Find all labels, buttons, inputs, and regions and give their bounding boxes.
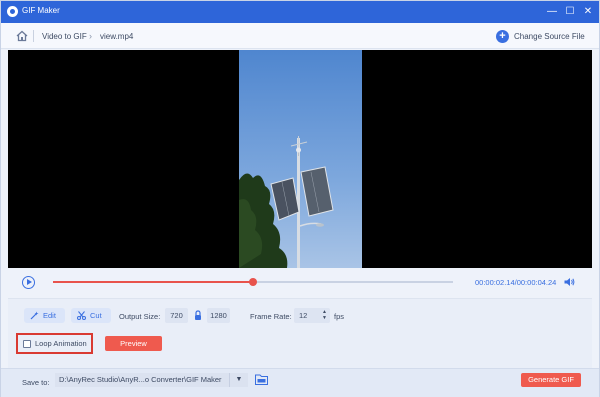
- seek-bar-progress: [53, 281, 253, 283]
- fps-label: fps: [334, 312, 345, 321]
- breadcrumb-video-to-gif[interactable]: Video to GIF: [42, 32, 87, 41]
- volume-icon[interactable]: [564, 277, 575, 287]
- loop-animation-option[interactable]: Loop Animation: [16, 333, 93, 354]
- time-display: 00:00:02.14/00:00:04.24: [475, 278, 556, 287]
- change-source-file-button[interactable]: + Change Source File: [496, 29, 585, 43]
- loop-animation-checkbox[interactable]: [23, 339, 31, 348]
- seek-bar[interactable]: [53, 278, 453, 286]
- folder-icon[interactable]: [255, 374, 268, 385]
- frame-rate-stepper[interactable]: ▲ ▼: [321, 309, 328, 322]
- save-row: Save to: D:\AnyRec Studio\AnyR...o Conve…: [1, 368, 599, 397]
- video-frame-image: [239, 50, 362, 268]
- save-path-field[interactable]: D:\AnyRec Studio\AnyR...o Converter\GIF …: [55, 373, 229, 387]
- maximize-button[interactable]: ☐: [563, 5, 577, 19]
- edit-label: Edit: [43, 311, 56, 320]
- loop-animation-label: Loop Animation: [35, 339, 87, 348]
- output-width-field[interactable]: 720: [165, 308, 188, 323]
- breadcrumb-chevron-icon: ›: [89, 31, 92, 41]
- save-path-dropdown-icon[interactable]: ▼: [229, 373, 248, 387]
- seek-bar-thumb[interactable]: [249, 278, 257, 286]
- minimize-button[interactable]: —: [545, 5, 559, 19]
- play-icon[interactable]: [22, 276, 35, 289]
- settings-panel: Edit Cut Output Size: 720 1280 Frame Rat…: [8, 298, 592, 368]
- output-size-label: Output Size:: [119, 312, 161, 321]
- cut-label: Cut: [90, 311, 102, 320]
- edit-wand-icon: [30, 311, 39, 320]
- gif-maker-window: GIF Maker — ☐ ✕ Video to GIF › view.mp4 …: [0, 0, 600, 397]
- home-icon[interactable]: [16, 30, 28, 42]
- divider: [33, 30, 34, 42]
- scissors-icon: [77, 311, 86, 320]
- title-bar: GIF Maker — ☐ ✕: [1, 1, 599, 23]
- total-time: 00:00:04.24: [516, 278, 557, 287]
- preview-button[interactable]: Preview: [105, 336, 162, 351]
- breadcrumb-bar: Video to GIF › view.mp4 + Change Source …: [1, 23, 599, 49]
- lock-icon[interactable]: [194, 310, 202, 321]
- video-preview: [8, 50, 592, 268]
- change-source-file-label: Change Source File: [514, 31, 585, 41]
- current-time: 00:00:02.14: [475, 278, 515, 287]
- plus-circle-icon: +: [496, 29, 509, 43]
- app-logo-icon: [7, 6, 18, 17]
- cut-button[interactable]: Cut: [71, 308, 111, 323]
- close-button[interactable]: ✕: [581, 5, 595, 19]
- stepper-down-icon[interactable]: ▼: [321, 315, 328, 321]
- generate-gif-button[interactable]: Generate GIF: [521, 373, 581, 387]
- frame-rate-label: Frame Rate:: [250, 312, 292, 321]
- player-controls: 00:00:02.14/00:00:04.24: [8, 268, 592, 296]
- edit-button[interactable]: Edit: [24, 308, 65, 323]
- breadcrumb-file-name: view.mp4: [100, 32, 134, 41]
- window-title: GIF Maker: [22, 6, 60, 15]
- output-height-field[interactable]: 1280: [207, 308, 230, 323]
- save-to-label: Save to:: [22, 378, 50, 387]
